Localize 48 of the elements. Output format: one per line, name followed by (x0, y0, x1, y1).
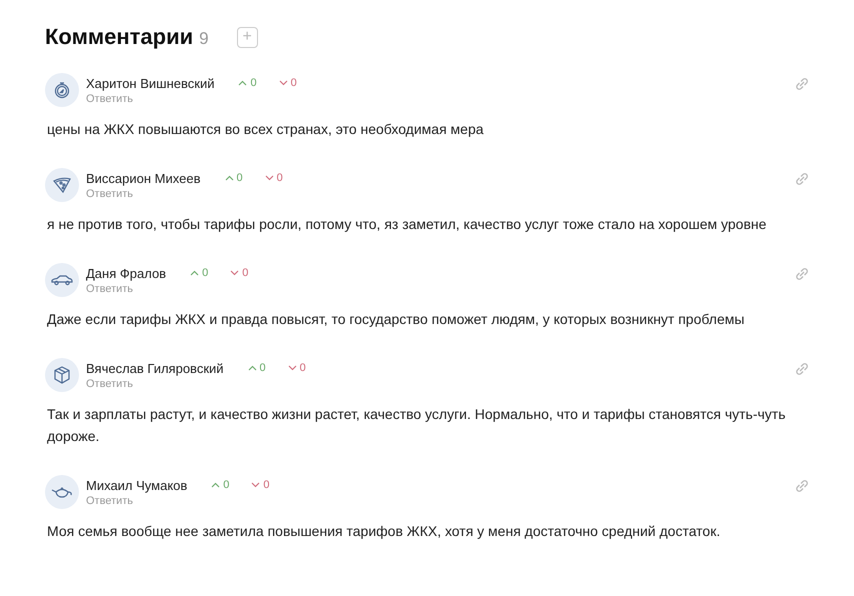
comments-title: Комментарии (45, 24, 194, 50)
upvote-button[interactable]: 0 (238, 77, 257, 89)
chevron-down-icon (251, 482, 260, 488)
downvote-button[interactable]: 0 (251, 479, 270, 491)
compass-icon (53, 81, 71, 99)
comment-text: Так и зарплаты растут, и качество жизни растет, качество услуги. Нормально, что и тарифы становятся чуть-чуть дороже. (47, 405, 786, 446)
link-icon[interactable] (795, 267, 809, 281)
chevron-down-icon (288, 365, 297, 371)
chevron-up-icon (238, 80, 248, 86)
chevron-down-icon (264, 175, 274, 181)
downvote-button[interactable]: 0 (278, 77, 297, 89)
upvote-button[interactable]: 0 (190, 267, 208, 279)
downvote-button[interactable]: 0 (230, 267, 248, 279)
chevron-down-icon (278, 80, 288, 86)
author-name: Харитон Вишневский (86, 76, 214, 90)
chevron-up-icon (248, 365, 257, 371)
downvote-button[interactable]: 0 (264, 172, 283, 184)
author-name: Вячеслав Гиляровский (86, 360, 224, 376)
chevron-up-icon (190, 270, 200, 276)
reply-link[interactable]: Ответить (86, 93, 134, 105)
box-icon (53, 366, 71, 384)
chevron-down-icon (230, 270, 240, 276)
reply-link[interactable]: Ответить (86, 283, 134, 295)
teapot-icon (51, 485, 73, 499)
upvote-button[interactable]: 0 (248, 362, 266, 374)
car-icon (51, 274, 73, 286)
add-comment-button[interactable]: + (236, 26, 258, 48)
upvote-button[interactable]: 0 (211, 479, 230, 491)
comment-text: Моя семья вообще нее заметила повышения тарифов ЖКХ, хотя у меня достаточно средний достаток. (47, 522, 722, 541)
reply-link[interactable]: Ответить (86, 495, 134, 507)
comment-text: цены на ЖКХ повышаются во всех странах, это необходимая мера (47, 120, 485, 139)
upvote-button[interactable]: 0 (224, 172, 243, 184)
reply-link[interactable]: Ответить (86, 378, 134, 390)
chevron-up-icon (224, 175, 234, 181)
author-name: Михаил Чумаков (86, 478, 188, 492)
link-icon[interactable] (795, 362, 809, 376)
author-name: Даня Фралов (86, 266, 166, 280)
author-name: Виссарион Михеев (86, 170, 200, 186)
downvote-button[interactable]: 0 (288, 362, 306, 374)
link-icon[interactable] (795, 77, 809, 91)
comment-count: 9 (199, 28, 209, 48)
link-icon[interactable] (795, 172, 809, 186)
reply-link[interactable]: Ответить (86, 188, 134, 200)
chevron-up-icon (211, 482, 220, 488)
comment-text: я не против того, чтобы тарифы росли, потому что, яз заметил, качество услуг тоже стало на хорошем уровне (47, 215, 768, 234)
pizza-icon (52, 176, 72, 194)
comment-text: Даже если тарифы ЖКХ и правда повысят, то государство поможет людям, у которых возникнут проблемы (47, 310, 746, 329)
link-icon[interactable] (795, 479, 809, 493)
